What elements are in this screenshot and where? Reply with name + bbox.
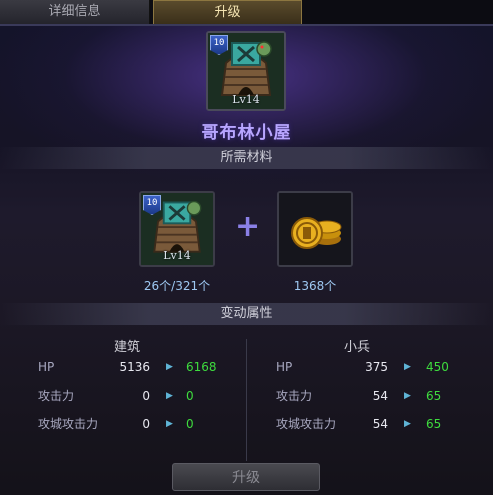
stat-row: HP 375 ▶ 450 bbox=[276, 358, 486, 376]
arrow-right-icon: ▶ bbox=[404, 362, 411, 372]
material-gold-count: 1368个 bbox=[293, 279, 337, 293]
building-stats-title: 建筑 bbox=[114, 340, 141, 355]
stat-label: 攻击力 bbox=[276, 389, 313, 403]
material-building-count: 26个/321个 bbox=[143, 279, 211, 293]
material-building-slot[interactable]: 10 Lv14 bbox=[139, 191, 215, 267]
stat-label: 攻城攻击力 bbox=[38, 417, 99, 431]
arrow-right-icon: ▶ bbox=[166, 419, 173, 429]
stat-next: 65 bbox=[426, 417, 442, 431]
stat-current: 5136 bbox=[119, 360, 150, 374]
column-divider bbox=[246, 339, 247, 461]
arrow-right-icon: ▶ bbox=[166, 391, 173, 401]
stat-current: 54 bbox=[372, 417, 388, 431]
level-text: Lv14 bbox=[232, 93, 260, 106]
materials-section-title: 所需材料 bbox=[0, 147, 493, 169]
arrow-right-icon: ▶ bbox=[404, 391, 411, 401]
stat-row: HP 5136 ▶ 6168 bbox=[38, 358, 238, 376]
stat-label: HP bbox=[38, 360, 55, 374]
tab-details[interactable]: 详细信息 bbox=[0, 0, 150, 24]
stat-next: 65 bbox=[426, 389, 442, 403]
stat-label: HP bbox=[276, 360, 293, 374]
tab-upgrade[interactable]: 升级 bbox=[153, 0, 302, 24]
soldier-stats-title: 小兵 bbox=[344, 340, 371, 355]
stat-next: 450 bbox=[426, 360, 449, 374]
stat-next: 6168 bbox=[186, 360, 217, 374]
building-name: 哥布林小屋 bbox=[201, 123, 292, 143]
level-text: Lv14 bbox=[163, 249, 191, 262]
stat-row: 攻击力 0 ▶ 0 bbox=[38, 387, 238, 405]
stat-label: 攻击力 bbox=[38, 389, 75, 403]
arrow-right-icon: ▶ bbox=[404, 419, 411, 429]
material-gold-slot[interactable] bbox=[277, 191, 353, 267]
stat-current: 375 bbox=[365, 360, 388, 374]
gold-coins-icon bbox=[279, 193, 351, 265]
upgrade-panel: 10 Lv14 哥布林小屋 所需材料 10 Lv14 + 26个/321个 13… bbox=[0, 24, 493, 495]
stat-label: 攻城攻击力 bbox=[276, 417, 337, 431]
building-portrait: 10 Lv14 bbox=[206, 31, 286, 111]
upgrade-button[interactable]: 升级 bbox=[172, 463, 320, 491]
tab-bar: 详细信息 升级 bbox=[0, 0, 493, 24]
plus-icon: + bbox=[235, 209, 261, 244]
stat-current: 54 bbox=[372, 389, 388, 403]
stat-current: 0 bbox=[142, 389, 150, 403]
stat-next: 0 bbox=[186, 417, 194, 431]
stat-row: 攻城攻击力 0 ▶ 0 bbox=[38, 415, 238, 433]
stat-row: 攻城攻击力 54 ▶ 65 bbox=[276, 415, 486, 433]
stat-current: 0 bbox=[142, 417, 150, 431]
stat-row: 攻击力 54 ▶ 65 bbox=[276, 387, 486, 405]
arrow-right-icon: ▶ bbox=[166, 362, 173, 372]
stat-next: 0 bbox=[186, 389, 194, 403]
stats-section-title: 变动属性 bbox=[0, 303, 493, 325]
